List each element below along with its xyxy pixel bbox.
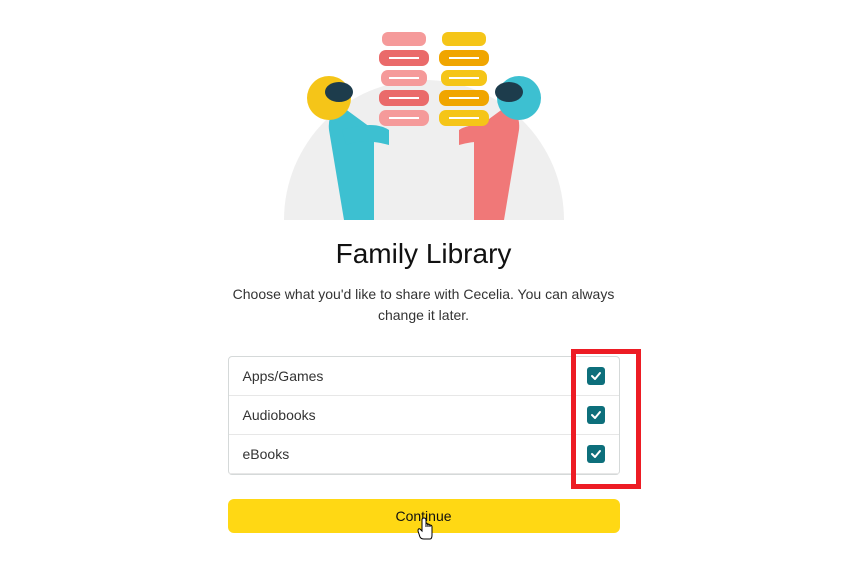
option-apps-games: Apps/Games xyxy=(229,357,619,396)
check-icon xyxy=(590,370,602,382)
share-options-list: Apps/Games Audiobooks eBooks xyxy=(228,356,620,475)
checkbox-apps-games[interactable] xyxy=(587,367,605,385)
hero-illustration xyxy=(224,10,624,220)
check-icon xyxy=(590,448,602,460)
option-ebooks: eBooks xyxy=(229,435,619,474)
checkbox-audiobooks[interactable] xyxy=(587,406,605,424)
page-title: Family Library xyxy=(336,238,512,270)
check-icon xyxy=(590,409,602,421)
continue-button-label: Continue xyxy=(395,508,451,524)
page-subtitle: Choose what you'd like to share with Cec… xyxy=(214,284,634,326)
checkbox-ebooks[interactable] xyxy=(587,445,605,463)
option-label: Audiobooks xyxy=(243,407,316,423)
continue-button[interactable]: Continue xyxy=(228,499,620,533)
option-audiobooks: Audiobooks xyxy=(229,396,619,435)
option-label: Apps/Games xyxy=(243,368,324,384)
option-label: eBooks xyxy=(243,446,290,462)
